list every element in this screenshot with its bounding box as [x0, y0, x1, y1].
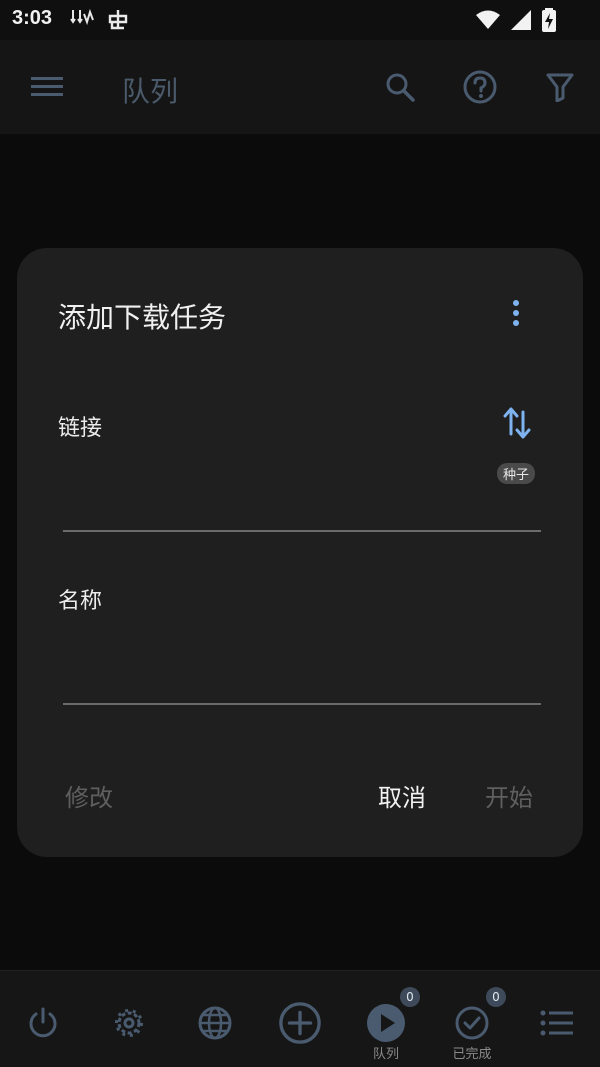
gear-icon	[107, 1001, 151, 1045]
modify-button[interactable]: 修改	[65, 778, 113, 813]
dialog-title: 添加下载任务	[58, 302, 227, 333]
menu-button[interactable]	[27, 67, 67, 107]
search-icon	[386, 73, 415, 102]
app-bar: 队列	[0, 40, 600, 134]
filter-icon	[546, 73, 574, 102]
nav-power[interactable]	[3, 971, 83, 1067]
nav-add-task[interactable]	[260, 971, 340, 1067]
bottom-navigation: 0 队列 0 已完成	[0, 970, 600, 1067]
hamburger-menu-icon	[31, 77, 63, 96]
list-icon	[535, 1001, 579, 1045]
power-icon	[21, 1001, 65, 1045]
name-input[interactable]	[63, 641, 541, 705]
dialog-actions: 修改 取消 开始	[17, 778, 583, 818]
start-button[interactable]: 开始	[485, 778, 533, 813]
signal-icon	[511, 10, 531, 30]
queue-badge: 0	[400, 987, 420, 1007]
globe-icon	[193, 1001, 237, 1045]
wifi-icon	[476, 10, 500, 29]
help-circle-icon	[463, 70, 497, 104]
status-notifications	[70, 8, 130, 32]
nav-settings[interactable]	[89, 971, 169, 1067]
link-label: 链接	[58, 415, 103, 440]
search-button[interactable]	[380, 67, 420, 107]
nav-browser[interactable]	[175, 971, 255, 1067]
play-circle-icon: 0	[364, 987, 420, 1045]
nav-list[interactable]	[517, 971, 597, 1067]
check-circle-icon: 0	[450, 987, 506, 1045]
download-activity-icon	[70, 8, 94, 26]
status-time: 3:03	[12, 7, 53, 29]
status-system-icons	[476, 8, 556, 32]
cancel-button[interactable]: 取消	[378, 778, 426, 813]
nav-queue[interactable]: 0 队列	[346, 971, 426, 1067]
completed-label: 已完成	[452, 1047, 492, 1062]
status-bar: 3:03	[0, 0, 600, 40]
nav-completed[interactable]: 0 已完成	[432, 971, 512, 1067]
add-circle-icon	[278, 1001, 322, 1045]
completed-badge: 0	[486, 987, 506, 1007]
add-download-dialog: 添加下载任务 链接 种子 名称 修改 取消 开始	[17, 248, 583, 857]
swap-vertical-icon	[503, 407, 531, 439]
bug-icon	[108, 10, 128, 30]
link-input[interactable]	[63, 468, 541, 532]
page-title: 队列	[122, 76, 179, 107]
queue-label: 队列	[372, 1047, 399, 1062]
more-options-button[interactable]	[500, 296, 532, 332]
help-button[interactable]	[460, 67, 500, 107]
battery-charging-icon	[542, 8, 556, 32]
more-vert-icon	[513, 300, 519, 326]
filter-button[interactable]	[540, 67, 580, 107]
name-label: 名称	[58, 588, 103, 613]
torrent-toggle-button[interactable]	[499, 403, 535, 443]
